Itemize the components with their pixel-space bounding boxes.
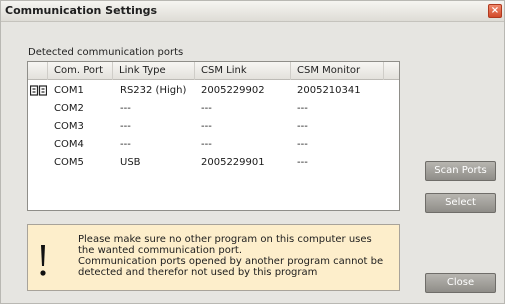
- port-row[interactable]: COM3 --- --- ---: [28, 119, 399, 135]
- header-icon-column: [28, 62, 48, 80]
- ports-list[interactable]: Com. Port Link Type CSM Link CSM Monitor…: [27, 61, 400, 211]
- header-link-type[interactable]: Link Type: [113, 62, 195, 80]
- port-link-type: USB: [120, 157, 141, 168]
- exclamation-icon: [40, 245, 46, 276]
- window-title: Communication Settings: [5, 4, 158, 17]
- port-csm-monitor: ---: [297, 121, 308, 132]
- port-link-type: ---: [120, 121, 131, 132]
- serial-port-icon: [30, 85, 47, 96]
- port-csm-link: 2005229902: [201, 85, 265, 96]
- notice-text: Please make sure no other program on thi…: [78, 234, 388, 278]
- communication-settings-window: Communication Settings × Detected commun…: [0, 0, 505, 304]
- port-csm-monitor: ---: [297, 103, 308, 114]
- port-link-type: RS232 (High): [120, 85, 187, 96]
- notice-line: the wanted communication port.: [78, 245, 243, 256]
- port-name: COM3: [54, 121, 84, 132]
- header-csm-monitor[interactable]: CSM Monitor: [291, 62, 384, 80]
- ports-section-label: Detected communication ports: [28, 47, 184, 58]
- notice-line: Communication ports opened by another pr…: [78, 256, 384, 267]
- select-button[interactable]: Select: [425, 193, 496, 213]
- port-csm-monitor: 2005210341: [297, 85, 361, 96]
- ports-list-header: Com. Port Link Type CSM Link CSM Monitor: [28, 62, 399, 80]
- port-row[interactable]: COM4 --- --- ---: [28, 137, 399, 153]
- port-name: COM2: [54, 103, 84, 114]
- port-csm-monitor: ---: [297, 139, 308, 150]
- notice-box: Please make sure no other program on thi…: [27, 224, 400, 291]
- port-csm-link: 2005229901: [201, 157, 265, 168]
- notice-line: Please make sure no other program on thi…: [78, 234, 372, 245]
- port-name: COM4: [54, 139, 84, 150]
- port-name: COM1: [54, 85, 84, 96]
- close-icon[interactable]: ×: [488, 4, 502, 18]
- port-name: COM5: [54, 157, 84, 168]
- port-link-type: ---: [120, 103, 131, 114]
- notice-line: detected and therefor not used by this p…: [78, 267, 318, 278]
- port-link-type: ---: [120, 139, 131, 150]
- port-csm-monitor: ---: [297, 157, 308, 168]
- port-csm-link: ---: [201, 139, 212, 150]
- header-csm-link[interactable]: CSM Link: [195, 62, 291, 80]
- port-csm-link: ---: [201, 121, 212, 132]
- port-row[interactable]: COM1 RS232 (High) 2005229902 2005210341: [28, 83, 399, 99]
- close-button[interactable]: Close: [425, 273, 496, 293]
- port-row[interactable]: COM2 --- --- ---: [28, 101, 399, 117]
- port-row[interactable]: COM5 USB 2005229901 ---: [28, 155, 399, 171]
- port-csm-link: ---: [201, 103, 212, 114]
- scan-ports-button[interactable]: Scan Ports: [425, 161, 496, 181]
- title-bar[interactable]: Communication Settings ×: [1, 1, 504, 22]
- header-com-port[interactable]: Com. Port: [48, 62, 113, 80]
